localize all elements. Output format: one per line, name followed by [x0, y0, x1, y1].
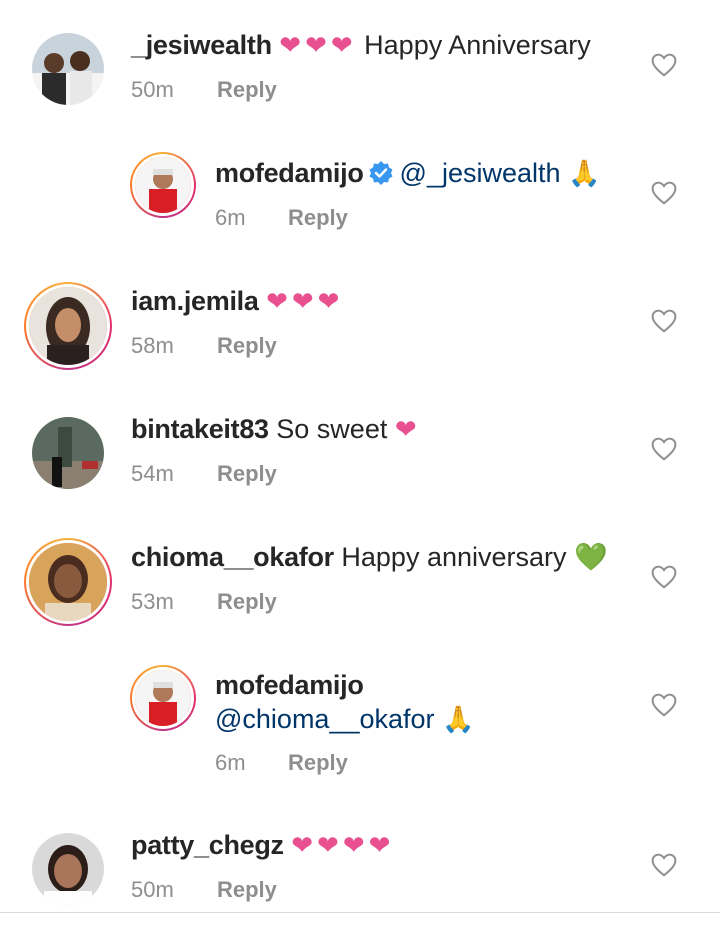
comment-meta: 6m Reply: [215, 204, 348, 232]
comment-body: patty_chegz ❤❤❤❤: [131, 828, 394, 862]
reply-button[interactable]: Reply: [217, 76, 277, 104]
comment-meta: 53m Reply: [131, 588, 277, 616]
reply-button[interactable]: Reply: [288, 204, 348, 232]
comment-time: 6m: [215, 750, 246, 775]
hearts-emoji: ❤❤❤: [279, 30, 357, 60]
comment-time: 6m: [215, 205, 246, 230]
mention-link[interactable]: @chioma__okafor: [215, 704, 435, 734]
like-heart-icon[interactable]: [651, 181, 677, 205]
avatar[interactable]: [32, 417, 104, 489]
comment-body: mofedamijo @_jesiwealth 🙏: [215, 156, 600, 190]
comment-username[interactable]: chioma__okafor: [131, 542, 334, 572]
comment-username[interactable]: bintakeit83: [131, 414, 269, 444]
avatar-image: [132, 154, 194, 216]
hearts-emoji: ❤❤❤: [266, 286, 344, 316]
hearts-emoji: ❤: [394, 414, 421, 444]
comment-body: chioma__okafor Happy anniversary 💚: [131, 540, 608, 574]
comment-time: 53m: [131, 589, 174, 614]
reply-button[interactable]: Reply: [217, 460, 277, 488]
pray-emoji: 🙏: [568, 158, 601, 188]
comment-time: 50m: [131, 77, 174, 102]
comment-body: bintakeit83 So sweet ❤: [131, 412, 421, 446]
comment-username[interactable]: mofedamijo: [215, 670, 364, 700]
avatar[interactable]: [130, 152, 196, 218]
bottom-divider: [0, 912, 720, 913]
comment-username[interactable]: iam.jemila: [131, 286, 259, 316]
avatar-image: [32, 417, 104, 489]
avatar-image: [132, 667, 194, 729]
like-heart-icon[interactable]: [651, 693, 677, 717]
like-heart-icon[interactable]: [651, 853, 677, 877]
pray-emoji: 🙏: [442, 704, 475, 734]
comment-meta: 6m Reply: [215, 749, 348, 777]
avatar[interactable]: [32, 33, 104, 105]
comment-body: _jesiwealth ❤❤❤ Happy Anniversary: [131, 28, 591, 62]
avatar[interactable]: [32, 833, 104, 905]
comment-username[interactable]: _jesiwealth: [131, 30, 272, 60]
reply-button[interactable]: Reply: [288, 749, 348, 777]
green-heart-emoji: 💚: [574, 542, 608, 572]
comment-time: 58m: [131, 333, 174, 358]
comment-username-line: mofedamijo: [215, 668, 364, 702]
comment-text: Happy anniversary: [341, 542, 567, 572]
like-heart-icon[interactable]: [651, 565, 677, 589]
avatar-image: [26, 540, 110, 624]
comment-time: 54m: [131, 461, 174, 486]
avatar-image: [32, 33, 104, 105]
reply-button[interactable]: Reply: [217, 332, 277, 360]
comment-text: So sweet: [276, 414, 388, 444]
hearts-emoji: ❤❤❤❤: [291, 830, 395, 860]
comment-time: 50m: [131, 877, 174, 902]
avatar[interactable]: [24, 282, 112, 370]
comment-body: iam.jemila ❤❤❤: [131, 284, 343, 318]
reply-button[interactable]: Reply: [217, 588, 277, 616]
verified-badge-icon: [368, 160, 394, 186]
avatar-image: [32, 833, 104, 905]
comment-text: Happy Anniversary: [364, 30, 591, 60]
comment-body: @chioma__okafor 🙏: [215, 702, 474, 736]
like-heart-icon[interactable]: [651, 53, 677, 77]
comment-username[interactable]: patty_chegz: [131, 830, 284, 860]
avatar[interactable]: [24, 538, 112, 626]
comment-username[interactable]: mofedamijo: [215, 158, 364, 188]
comment-meta: 50m Reply: [131, 876, 277, 904]
comment-meta: 50m Reply: [131, 76, 277, 104]
like-heart-icon[interactable]: [651, 437, 677, 461]
comment-meta: 58m Reply: [131, 332, 277, 360]
reply-button[interactable]: Reply: [217, 876, 277, 904]
like-heart-icon[interactable]: [651, 309, 677, 333]
mention-link[interactable]: @_jesiwealth: [400, 158, 561, 188]
comment-meta: 54m Reply: [131, 460, 277, 488]
avatar[interactable]: [130, 665, 196, 731]
avatar-image: [26, 284, 110, 368]
